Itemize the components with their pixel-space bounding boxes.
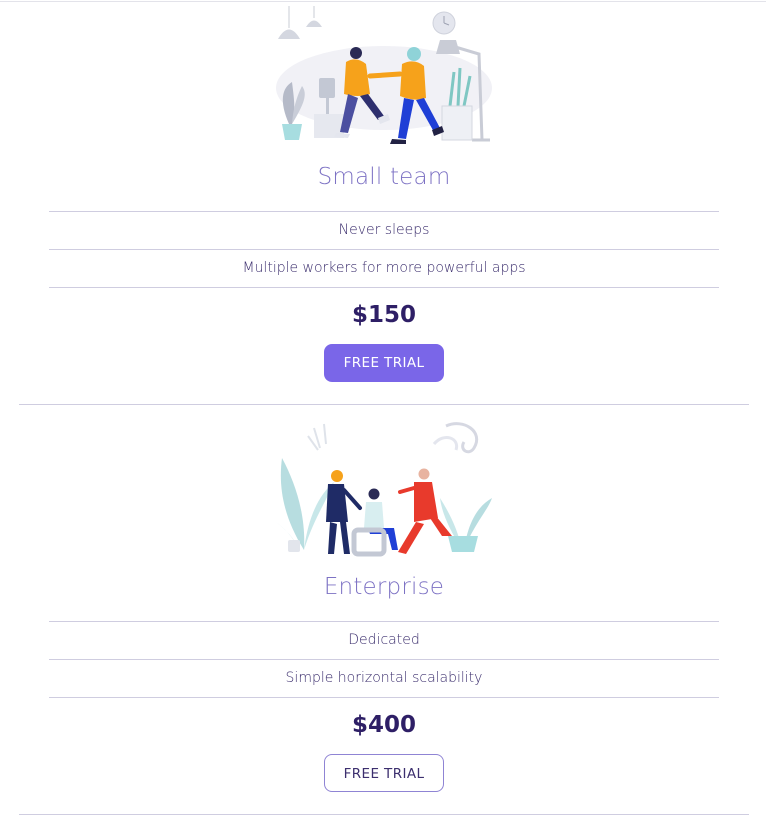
feature-item: Never sleeps xyxy=(49,212,719,250)
plan-card-small-team: Small team Never sleeps Multiple workers… xyxy=(19,0,749,405)
feature-item: Dedicated xyxy=(49,622,719,660)
feature-list: Never sleeps Multiple workers for more p… xyxy=(49,211,719,288)
three-people-meeting-illustration xyxy=(276,422,492,557)
plan-title: Small team xyxy=(317,164,451,190)
feature-item: Simple horizontal scalability xyxy=(49,660,719,698)
feature-item: Multiple workers for more powerful apps xyxy=(49,250,719,288)
plan-title: Enterprise xyxy=(323,574,445,600)
free-trial-button[interactable]: FREE TRIAL xyxy=(324,344,444,382)
feature-list: Dedicated Simple horizontal scalability xyxy=(49,621,719,698)
free-trial-button[interactable]: FREE TRIAL xyxy=(324,754,444,792)
two-people-dancing-illustration xyxy=(276,6,492,144)
plan-price: $400 xyxy=(351,712,416,738)
plan-card-enterprise: Enterprise Dedicated Simple horizontal s… xyxy=(19,404,749,815)
plan-price: $150 xyxy=(351,302,416,328)
